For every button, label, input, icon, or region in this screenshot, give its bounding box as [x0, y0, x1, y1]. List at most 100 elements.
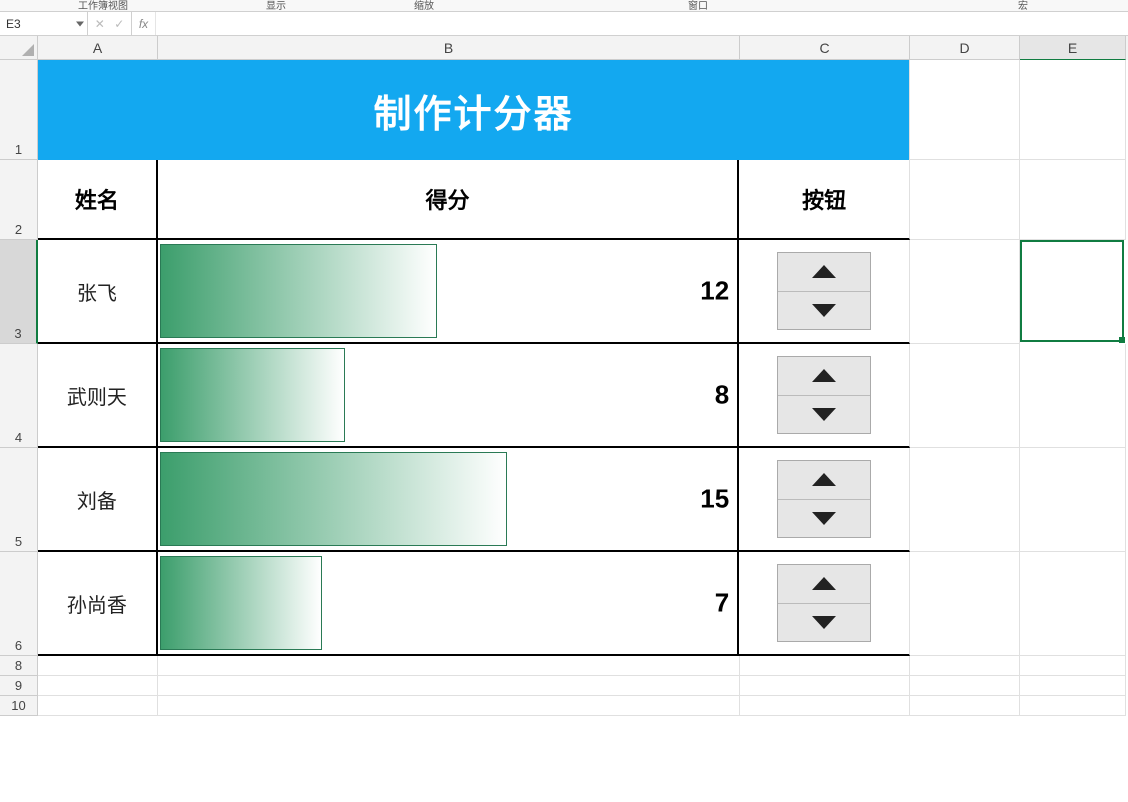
- cell-D9[interactable]: [910, 676, 1020, 696]
- triangle-down-icon: [812, 408, 836, 421]
- triangle-up-icon: [812, 473, 836, 486]
- cell-B9[interactable]: [158, 676, 740, 696]
- score-row: 张飞 12: [38, 240, 910, 344]
- score-row: 刘备 15: [38, 448, 910, 552]
- column-header-row: A B C D E: [0, 36, 1128, 60]
- fx-label[interactable]: fx: [132, 12, 156, 35]
- cell-E9[interactable]: [1020, 676, 1126, 696]
- ribbon-group-strip: 工作簿视图 显示 缩放 窗口 宏: [0, 0, 1128, 12]
- cell-A9[interactable]: [38, 676, 158, 696]
- row-header-6[interactable]: 6: [0, 552, 38, 656]
- spin-down-button[interactable]: [778, 604, 870, 642]
- row-header-10[interactable]: 10: [0, 696, 38, 716]
- fill-handle[interactable]: [1119, 337, 1125, 343]
- name-box[interactable]: E3: [0, 12, 88, 35]
- data-bar: [160, 348, 345, 442]
- score-value: 7: [715, 588, 729, 619]
- row-header-5[interactable]: 5: [0, 448, 38, 552]
- header-score[interactable]: 得分: [158, 160, 739, 238]
- score-cell[interactable]: 12: [158, 240, 739, 342]
- score-spinner: [777, 460, 871, 538]
- name-box-value: E3: [6, 17, 21, 31]
- cell-E6[interactable]: [1020, 552, 1126, 656]
- cell-A10[interactable]: [38, 696, 158, 716]
- button-cell: [739, 552, 909, 654]
- data-bar: [160, 556, 322, 650]
- name-cell[interactable]: 孙尚香: [38, 552, 158, 654]
- triangle-down-icon: [812, 616, 836, 629]
- cell-C9[interactable]: [740, 676, 910, 696]
- formula-input[interactable]: [156, 12, 1128, 35]
- cell-A8[interactable]: [38, 656, 158, 676]
- cell-C10[interactable]: [740, 696, 910, 716]
- cell-B10[interactable]: [158, 696, 740, 716]
- cell-D4[interactable]: [910, 344, 1020, 448]
- cells-area[interactable]: 制作计分器 姓名 得分 按钮 张飞 12: [38, 60, 1128, 716]
- spin-up-button[interactable]: [778, 357, 870, 396]
- row-header-4[interactable]: 4: [0, 344, 38, 448]
- score-spinner: [777, 564, 871, 642]
- cell-D3[interactable]: [910, 240, 1020, 344]
- cell-E2[interactable]: [1020, 160, 1126, 240]
- score-cell[interactable]: 7: [158, 552, 739, 654]
- triangle-down-icon: [812, 304, 836, 317]
- ribbon-group-label: 工作簿视图: [78, 0, 128, 12]
- cancel-icon[interactable]: ✕: [95, 18, 105, 30]
- score-cell[interactable]: 8: [158, 344, 739, 446]
- row-header-gutter: 1 2 3 4 5 6 8 9 10: [0, 60, 38, 716]
- scoreboard: 制作计分器 姓名 得分 按钮 张飞 12: [38, 60, 910, 656]
- worksheet[interactable]: A B C D E 1 2 3 4 5 6 8 9 10: [0, 36, 1128, 716]
- cell-E1[interactable]: [1020, 60, 1126, 160]
- name-cell[interactable]: 武则天: [38, 344, 158, 446]
- header-button[interactable]: 按钮: [739, 160, 909, 238]
- spin-down-button[interactable]: [778, 500, 870, 538]
- triangle-up-icon: [812, 369, 836, 382]
- triangle-down-icon: [812, 512, 836, 525]
- formula-bar-icons: ✕ ✓: [88, 12, 132, 35]
- score-row: 武则天 8: [38, 344, 910, 448]
- column-header-C[interactable]: C: [740, 36, 910, 60]
- row-header-2[interactable]: 2: [0, 160, 38, 240]
- cell-E4[interactable]: [1020, 344, 1126, 448]
- board-title[interactable]: 制作计分器: [38, 60, 910, 160]
- active-cell-selection: [1020, 240, 1124, 342]
- column-header-A[interactable]: A: [38, 36, 158, 60]
- formula-bar: E3 ✕ ✓ fx: [0, 12, 1128, 36]
- name-cell[interactable]: 刘备: [38, 448, 158, 550]
- row-header-1[interactable]: 1: [0, 60, 38, 160]
- score-cell[interactable]: 15: [158, 448, 739, 550]
- button-cell: [739, 240, 909, 342]
- cell-E8[interactable]: [1020, 656, 1126, 676]
- cell-D1[interactable]: [910, 60, 1020, 160]
- row-header-9[interactable]: 9: [0, 676, 38, 696]
- button-cell: [739, 448, 909, 550]
- score-value: 12: [700, 276, 729, 307]
- header-name[interactable]: 姓名: [38, 160, 158, 238]
- column-header-B[interactable]: B: [158, 36, 740, 60]
- column-header-E[interactable]: E: [1020, 36, 1126, 60]
- cell-D2[interactable]: [910, 160, 1020, 240]
- chevron-down-icon[interactable]: [76, 21, 84, 26]
- score-value: 15: [700, 484, 729, 515]
- score-row: 孙尚香 7: [38, 552, 910, 656]
- spin-up-button[interactable]: [778, 461, 870, 500]
- cell-D5[interactable]: [910, 448, 1020, 552]
- cell-D8[interactable]: [910, 656, 1020, 676]
- select-all-corner[interactable]: [0, 36, 38, 60]
- confirm-icon[interactable]: ✓: [114, 18, 124, 30]
- cell-B8[interactable]: [158, 656, 740, 676]
- cell-E10[interactable]: [1020, 696, 1126, 716]
- column-header-D[interactable]: D: [910, 36, 1020, 60]
- row-header-3[interactable]: 3: [0, 240, 38, 344]
- cell-C8[interactable]: [740, 656, 910, 676]
- spin-down-button[interactable]: [778, 396, 870, 434]
- cell-D6[interactable]: [910, 552, 1020, 656]
- spin-down-button[interactable]: [778, 292, 870, 330]
- score-value: 8: [715, 380, 729, 411]
- cell-D10[interactable]: [910, 696, 1020, 716]
- row-header-8[interactable]: 8: [0, 656, 38, 676]
- cell-E5[interactable]: [1020, 448, 1126, 552]
- spin-up-button[interactable]: [778, 565, 870, 604]
- name-cell[interactable]: 张飞: [38, 240, 158, 342]
- spin-up-button[interactable]: [778, 253, 870, 292]
